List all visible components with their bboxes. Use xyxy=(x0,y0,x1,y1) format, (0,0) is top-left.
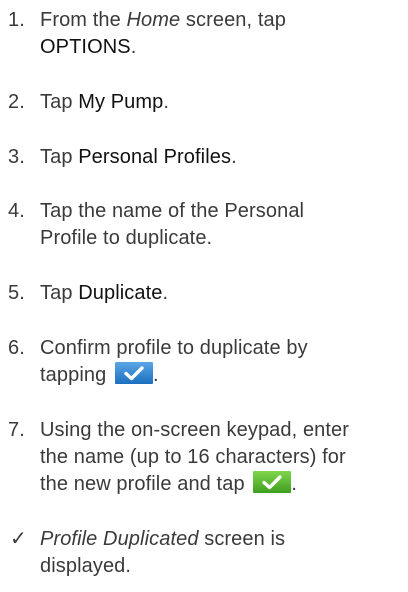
step-punctuation: . xyxy=(153,364,159,386)
step-punctuation: . xyxy=(162,282,169,304)
blue-checkmark-button-icon xyxy=(115,362,153,384)
step-text: the new profile and tap xyxy=(40,473,245,495)
step-text: the name (up to 16 characters) for xyxy=(40,446,346,468)
step-text: From the xyxy=(40,9,127,31)
screen-name: Profile Duplicated xyxy=(40,528,199,550)
step-text: Tap the name of the Personal xyxy=(40,200,305,222)
step-text: Using the on-screen keypad, enter xyxy=(40,419,350,441)
screen-name: Home xyxy=(126,9,181,31)
step-text: Confirm profile to duplicate by xyxy=(40,337,308,359)
green-checkmark-button-icon xyxy=(253,471,292,493)
step-number: 2. xyxy=(8,91,25,113)
step-number: 1. xyxy=(8,9,25,31)
step-text: Tap xyxy=(40,146,79,168)
keyword-my-pump: My Pump xyxy=(78,91,164,113)
step-number: 3. xyxy=(8,146,25,168)
step-text: screen is xyxy=(198,528,286,550)
step-text: screen, tap xyxy=(180,9,286,31)
step-punctuation: . xyxy=(163,91,170,113)
keyword-duplicate: Duplicate xyxy=(78,282,163,304)
step-text: Profile to duplicate. xyxy=(40,227,213,249)
keyword-options: OPTIONS xyxy=(40,36,131,58)
keyword-personal-profiles: Personal Profiles xyxy=(78,146,232,168)
step-text: tapping xyxy=(40,364,107,386)
step-punctuation: . xyxy=(130,36,137,58)
checkmark-icon: ✓ xyxy=(10,528,27,550)
step-text: Tap xyxy=(40,91,79,113)
step-punctuation: . xyxy=(231,146,237,168)
step-punctuation: . xyxy=(291,473,298,495)
step-number: 7. xyxy=(8,419,25,441)
step-number: 5. xyxy=(8,282,25,304)
step-number: 6. xyxy=(8,337,25,359)
step-text: displayed. xyxy=(40,555,132,577)
step-text: Tap xyxy=(40,282,79,304)
step-number: 4. xyxy=(8,200,25,222)
